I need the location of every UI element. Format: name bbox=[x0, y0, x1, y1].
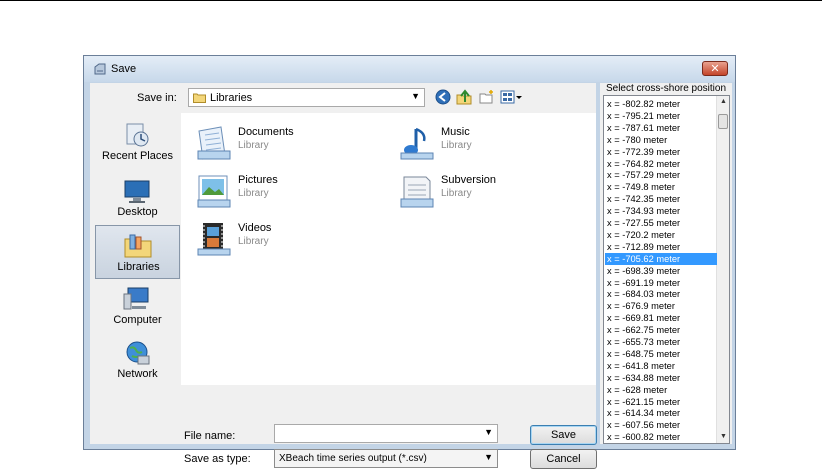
cross-shore-item[interactable]: x = -698.39 meter bbox=[605, 265, 717, 277]
cross-shore-list[interactable]: ▲ ▼ x = -802.82 meter x = -795.21 meter x … bbox=[603, 95, 730, 444]
place-libraries[interactable]: Libraries bbox=[95, 225, 180, 279]
cross-shore-item[interactable]: x = -648.75 meter bbox=[605, 348, 717, 360]
cross-shore-item[interactable]: x = -634.88 meter bbox=[605, 372, 717, 384]
save-button[interactable]: Save bbox=[530, 425, 597, 445]
place-label: Desktop bbox=[117, 206, 158, 218]
save-in-dropdown[interactable]: Libraries ▼ bbox=[188, 88, 425, 107]
views-menu-icon[interactable] bbox=[500, 89, 524, 105]
cross-shore-item[interactable]: x = -720.2 meter bbox=[605, 229, 717, 241]
cross-shore-item[interactable]: x = -712.89 meter bbox=[605, 241, 717, 253]
subversion-library-icon bbox=[400, 176, 434, 208]
music-library-icon bbox=[400, 127, 434, 160]
cross-shore-item[interactable]: x = -628 meter bbox=[605, 384, 717, 396]
save-in-label: Save in: bbox=[137, 92, 177, 104]
cross-shore-item[interactable]: x = -614.34 meter bbox=[605, 407, 717, 419]
scroll-thumb[interactable] bbox=[718, 114, 728, 129]
documents-library-icon bbox=[197, 126, 231, 160]
videos-library-icon bbox=[197, 223, 231, 256]
libraries-folder-icon bbox=[193, 93, 206, 103]
cross-shore-item[interactable]: x = -772.39 meter bbox=[605, 146, 717, 158]
libraries-icon bbox=[124, 234, 152, 258]
cross-shore-item[interactable]: x = -742.35 meter bbox=[605, 193, 717, 205]
cross-shore-item[interactable]: x = -641.8 meter bbox=[605, 360, 717, 372]
save-window-icon bbox=[94, 63, 106, 75]
cancel-button[interactable]: Cancel bbox=[530, 449, 597, 469]
library-documents[interactable]: Documents Library bbox=[191, 123, 381, 163]
place-label: Libraries bbox=[117, 261, 160, 273]
cross-shore-item[interactable]: x = -600.82 meter bbox=[605, 431, 717, 443]
recent-places-icon bbox=[126, 123, 149, 147]
window-title: Save bbox=[111, 63, 137, 75]
cross-shore-item[interactable]: x = -734.93 meter bbox=[605, 205, 717, 217]
place-label: Network bbox=[117, 368, 158, 380]
save-dialog: Save ✕ Save in: Libraries ▼ Recent Place… bbox=[83, 55, 736, 469]
computer-icon bbox=[123, 287, 149, 310]
cross-shore-item[interactable]: x = -802.82 meter bbox=[605, 98, 717, 110]
places-bar: Recent Places Desktop Libraries Computer… bbox=[95, 113, 180, 439]
place-desktop[interactable]: Desktop bbox=[95, 171, 180, 225]
library-name: Documents bbox=[238, 126, 294, 138]
up-folder-icon[interactable] bbox=[456, 89, 472, 105]
file-name-label: File name: bbox=[184, 430, 236, 442]
chevron-down-icon: ▼ bbox=[411, 91, 420, 101]
scroll-up-icon[interactable]: ▲ bbox=[718, 96, 729, 108]
place-network[interactable]: Network bbox=[95, 333, 180, 387]
place-label: Recent Places bbox=[102, 150, 173, 162]
save-as-type-dropdown[interactable]: XBeach time series output (*.csv) ▼ bbox=[274, 449, 498, 468]
cross-shore-title: Select cross-shore position bbox=[605, 83, 727, 94]
cross-shore-item[interactable]: x = -669.81 meter bbox=[605, 312, 717, 324]
cross-shore-item[interactable]: x = -787.61 meter bbox=[605, 122, 717, 134]
close-icon: ✕ bbox=[710, 63, 720, 75]
dialog-client-area: Save in: Libraries ▼ Recent Places Deskt… bbox=[90, 83, 597, 469]
library-videos[interactable]: Videos Library bbox=[191, 219, 381, 259]
title-bar[interactable]: Save ✕ bbox=[84, 56, 735, 82]
page-top-rule bbox=[0, 0, 822, 1]
library-music[interactable]: Music Library bbox=[394, 123, 584, 163]
place-recent-places[interactable]: Recent Places bbox=[95, 115, 180, 169]
library-type: Library bbox=[238, 188, 269, 199]
chevron-down-icon: ▼ bbox=[484, 452, 493, 462]
pictures-library-icon bbox=[197, 175, 231, 208]
cross-shore-panel: Select cross-shore position ▲ ▼ x = -802… bbox=[600, 83, 732, 444]
library-type: Library bbox=[238, 236, 269, 247]
library-subversion[interactable]: Subversion Library bbox=[394, 171, 584, 211]
cross-shore-item[interactable]: x = -749.8 meter bbox=[605, 181, 717, 193]
new-folder-icon[interactable] bbox=[479, 89, 495, 105]
cross-shore-item[interactable]: x = -757.29 meter bbox=[605, 169, 717, 181]
library-type: Library bbox=[441, 188, 472, 199]
cross-shore-item[interactable]: x = -727.55 meter bbox=[605, 217, 717, 229]
cross-shore-item[interactable]: x = -691.19 meter bbox=[605, 277, 717, 289]
network-icon bbox=[126, 341, 150, 365]
list-scrollbar[interactable]: ▲ ▼ bbox=[716, 96, 729, 443]
close-button[interactable]: ✕ bbox=[702, 61, 728, 76]
library-name: Subversion bbox=[441, 174, 497, 186]
cross-shore-item[interactable]: x = -780 meter bbox=[605, 134, 717, 146]
file-name-input[interactable]: ▼ bbox=[274, 424, 498, 443]
cross-shore-item[interactable]: x = -705.62 meter bbox=[605, 252, 717, 265]
back-icon[interactable] bbox=[435, 89, 451, 105]
file-list[interactable]: Documents Library Music Library Pictures… bbox=[181, 113, 596, 385]
library-pictures[interactable]: Pictures Library bbox=[191, 171, 381, 211]
place-label: Computer bbox=[113, 314, 162, 326]
library-name: Music bbox=[441, 126, 470, 138]
cross-shore-item[interactable]: x = -676.9 meter bbox=[605, 300, 717, 312]
library-type: Library bbox=[441, 140, 472, 151]
cross-shore-item[interactable]: x = -621.15 meter bbox=[605, 396, 717, 408]
cross-shore-item[interactable]: x = -607.56 meter bbox=[605, 419, 717, 431]
save-in-value: Libraries bbox=[210, 92, 253, 104]
chevron-down-icon[interactable]: ▼ bbox=[484, 427, 493, 437]
cross-shore-item[interactable]: x = -795.21 meter bbox=[605, 110, 717, 122]
cross-shore-item[interactable]: x = -764.82 meter bbox=[605, 158, 717, 170]
place-computer[interactable]: Computer bbox=[95, 279, 180, 333]
scroll-down-icon[interactable]: ▼ bbox=[718, 431, 729, 443]
desktop-icon bbox=[124, 180, 150, 203]
cross-shore-item[interactable]: x = -662.75 meter bbox=[605, 324, 717, 336]
cross-shore-item[interactable]: x = -684.03 meter bbox=[605, 288, 717, 300]
library-type: Library bbox=[238, 140, 269, 151]
library-name: Pictures bbox=[238, 174, 278, 186]
library-name: Videos bbox=[238, 222, 272, 234]
cross-shore-item[interactable]: x = -655.73 meter bbox=[605, 336, 717, 348]
